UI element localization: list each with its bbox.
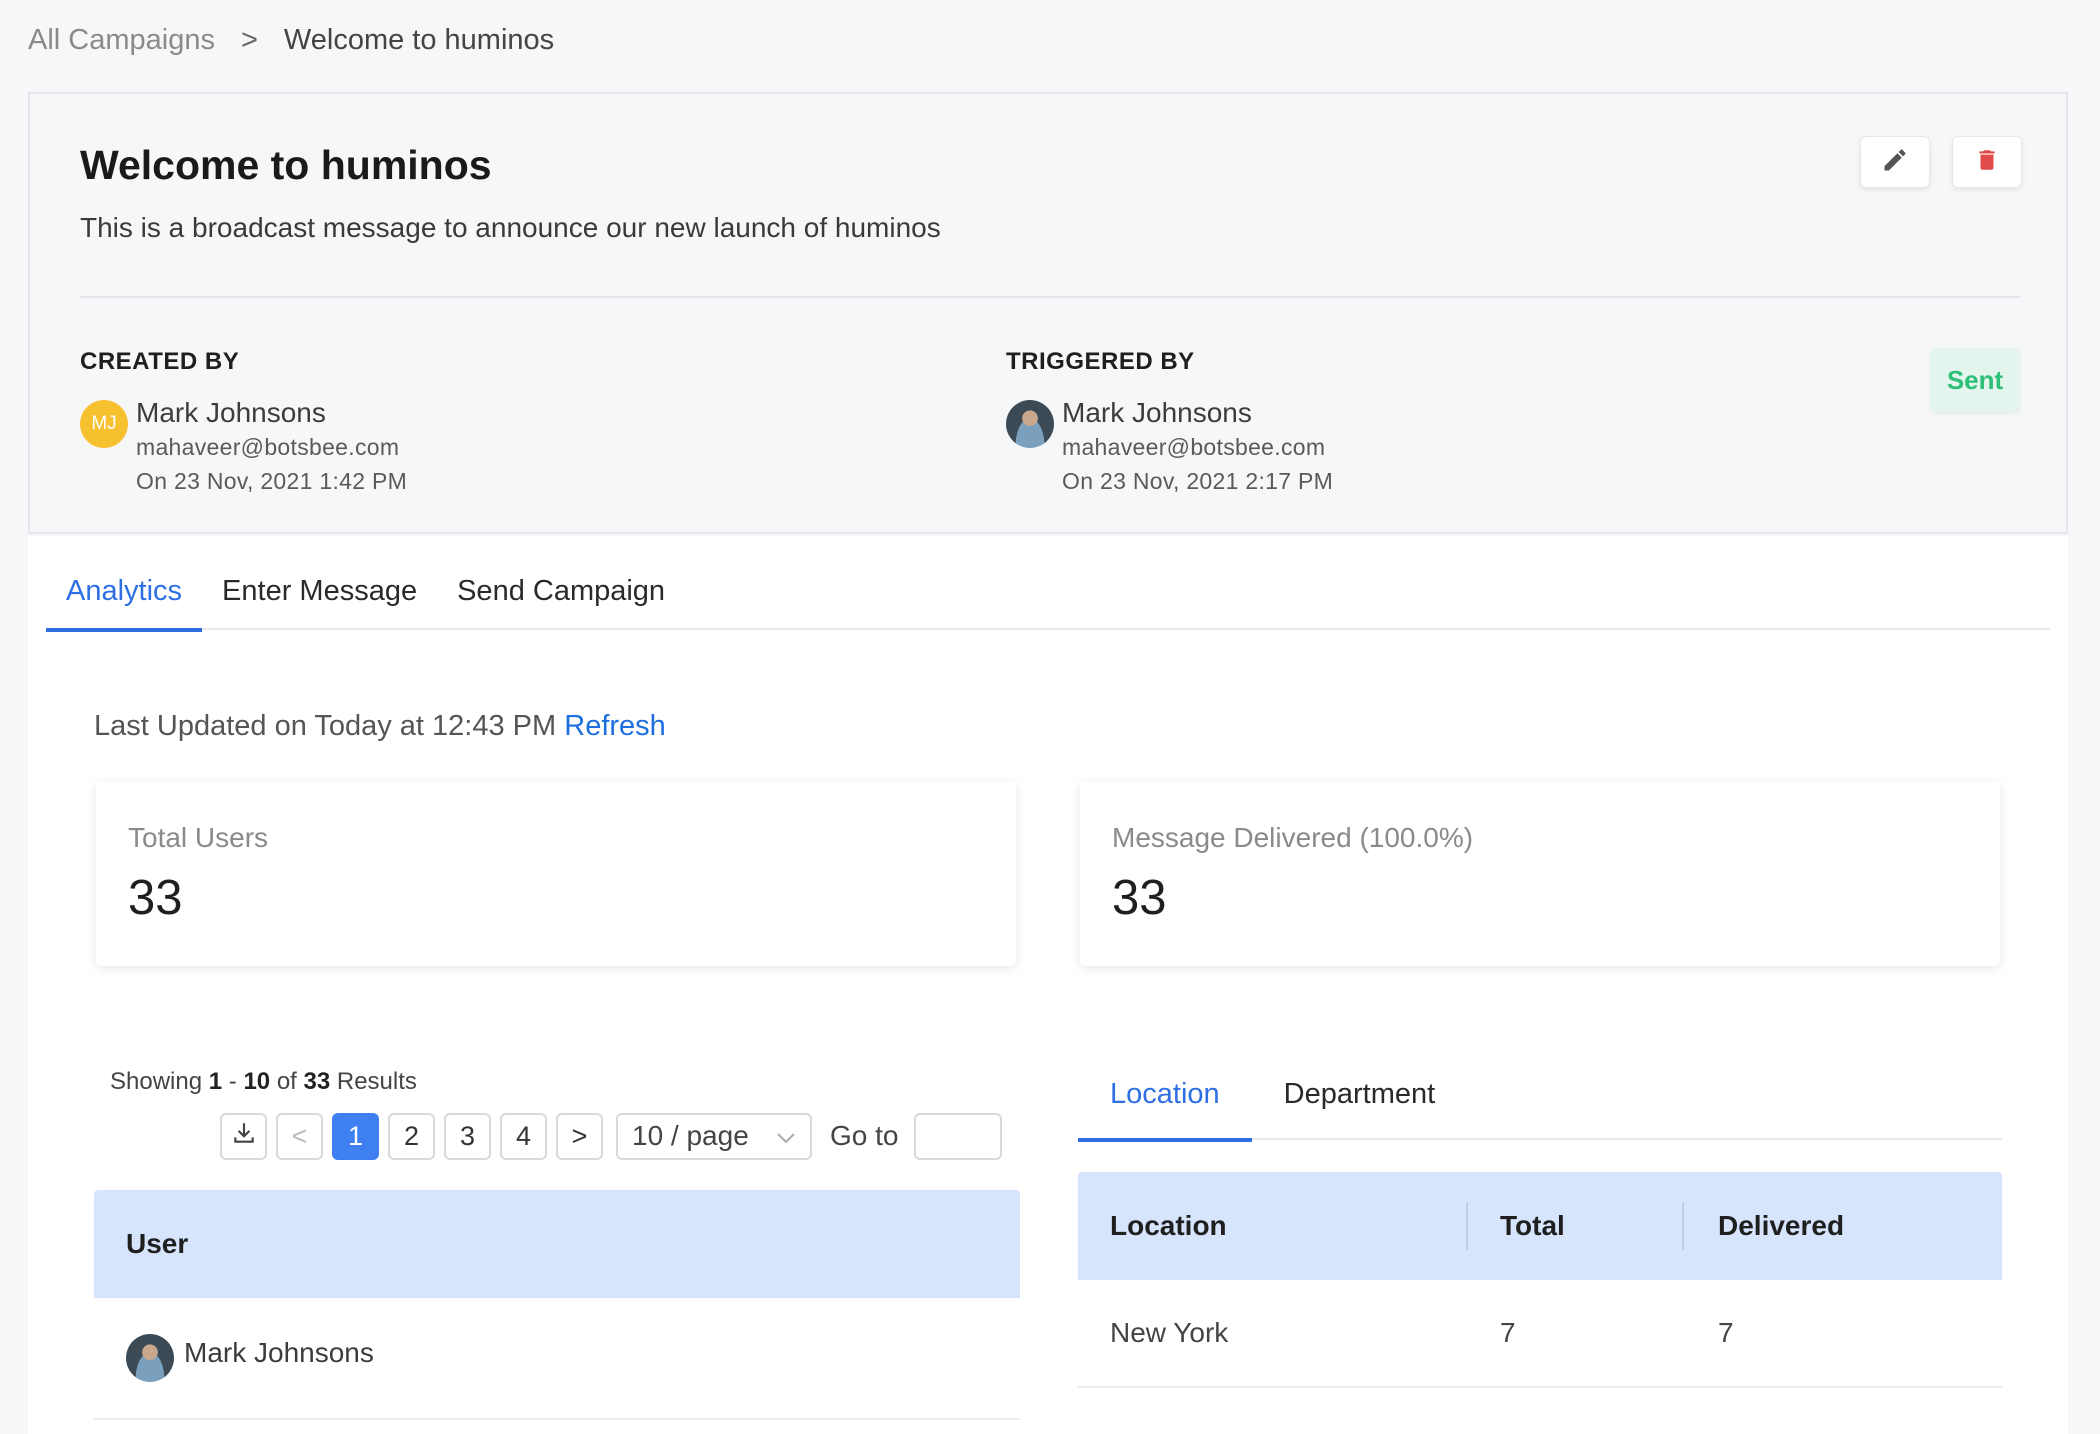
page-4-button[interactable]: 4 (500, 1112, 547, 1160)
results-to: 10 (243, 1068, 271, 1095)
total-users-label: Total Users (128, 822, 269, 853)
tab-location[interactable]: Location (1078, 1076, 1252, 1142)
created-by-email: mahaveer@botsbee.com (136, 434, 400, 460)
page-size-select[interactable]: 10 / page (616, 1112, 812, 1160)
total-users-card: Total Users 33 (96, 782, 1016, 966)
chevron-down-icon (776, 1120, 796, 1152)
trash-icon (1974, 146, 2000, 179)
delete-button[interactable] (1952, 136, 2022, 188)
pagination: < 1 2 3 4 > 10 / page Go to (220, 1112, 1003, 1160)
tab-analytics[interactable]: Analytics (46, 570, 203, 632)
tab-enter-message[interactable]: Enter Message (202, 570, 437, 630)
goto-label: Go to (830, 1120, 899, 1151)
created-by-section: CREATED BY MJ Mark Johnsons mahaveer@bot… (80, 348, 407, 498)
users-table: User Mark Johnsons (94, 1190, 1020, 1420)
triggered-by-email: mahaveer@botsbee.com (1062, 434, 1326, 460)
main-panel: Analytics Enter Message Send Campaign La… (28, 536, 2068, 1434)
avatar (126, 1334, 174, 1382)
column-header-total: Total (1468, 1172, 1684, 1280)
avatar: MJ (80, 400, 128, 448)
breadcrumb-all-campaigns[interactable]: All Campaigns (28, 24, 215, 57)
tab-department[interactable]: Department (1252, 1076, 1468, 1140)
results-prefix: Showing (110, 1068, 203, 1095)
results-of: of (276, 1068, 297, 1095)
download-icon (231, 1120, 257, 1153)
last-updated-text: Last Updated on Today at 12:43 PM (94, 710, 557, 742)
prev-page-button[interactable]: < (276, 1112, 323, 1160)
page-2-button[interactable]: 2 (388, 1112, 435, 1160)
campaign-description: This is a broadcast message to announce … (80, 212, 941, 243)
next-page-button[interactable]: > (556, 1112, 603, 1160)
results-suffix: Results (336, 1068, 417, 1095)
page-1-button[interactable]: 1 (332, 1112, 379, 1160)
breadcrumb-current: Welcome to huminos (283, 24, 555, 56)
header-divider (80, 296, 2020, 298)
results-summary: Showing 1 - 10 of 33 Results (110, 1068, 417, 1096)
campaign-header-card: Welcome to huminos This is a broadcast m… (28, 92, 2068, 534)
created-by-date: On 23 Nov, 2021 1:42 PM (136, 468, 408, 494)
page-3-button[interactable]: 3 (444, 1112, 491, 1160)
page-title: Welcome to huminos (80, 142, 492, 188)
pencil-icon (1881, 146, 1909, 179)
location-table-header: Location Total Delivered (1078, 1172, 2002, 1280)
download-button[interactable] (220, 1112, 267, 1160)
results-total: 33 (303, 1068, 331, 1095)
message-delivered-card: Message Delivered (100.0%) 33 (1080, 782, 2000, 966)
created-by-name: Mark Johnsons (136, 397, 326, 428)
table-row: New York 7 7 (1078, 1280, 2002, 1388)
breadcrumb: All Campaigns > Welcome to huminos (28, 24, 554, 57)
goto-input[interactable] (914, 1112, 1003, 1160)
message-delivered-label: Message Delivered (100.0%) (1112, 822, 1474, 853)
avatar (1006, 400, 1054, 448)
column-header-location: Location (1078, 1172, 1468, 1280)
user-name: Mark Johnsons (184, 1337, 374, 1368)
table-row[interactable]: Mark Johnsons (94, 1298, 1020, 1420)
triggered-by-date: On 23 Nov, 2021 2:17 PM (1062, 468, 1334, 494)
results-dash: - (228, 1068, 237, 1095)
results-from: 1 (208, 1068, 223, 1095)
created-by-label: CREATED BY (80, 348, 240, 375)
last-updated: Last Updated on Today at 12:43 PM Refres… (94, 710, 666, 743)
location-table: Location Total Delivered New York 7 7 (1078, 1172, 2002, 1388)
refresh-link[interactable]: Refresh (564, 710, 666, 742)
campaign-tabs: Analytics Enter Message Send Campaign (46, 570, 2050, 632)
total-users-value: 33 (128, 871, 183, 925)
breadcrumb-separator: > (240, 24, 258, 56)
triggered-by-name: Mark Johnsons (1062, 397, 1252, 428)
triggered-by-label: TRIGGERED BY (1006, 348, 1195, 375)
users-table-header: User (94, 1190, 1020, 1298)
page-size-value: 10 / page (632, 1120, 749, 1151)
edit-button[interactable] (1860, 136, 1930, 188)
cell-total: 7 (1500, 1317, 1516, 1348)
breakdown-tabs: Location Department (1078, 1076, 2002, 1142)
column-header-delivered: Delivered (1718, 1210, 1845, 1241)
triggered-by-section: TRIGGERED BY Mark Johnsons mahaveer@bots… (1006, 348, 1333, 498)
status-badge: Sent (1930, 348, 2020, 412)
message-delivered-value: 33 (1112, 871, 1167, 925)
cell-location: New York (1110, 1317, 1229, 1348)
cell-delivered: 7 (1718, 1317, 1734, 1348)
tab-send-campaign[interactable]: Send Campaign (437, 570, 685, 630)
